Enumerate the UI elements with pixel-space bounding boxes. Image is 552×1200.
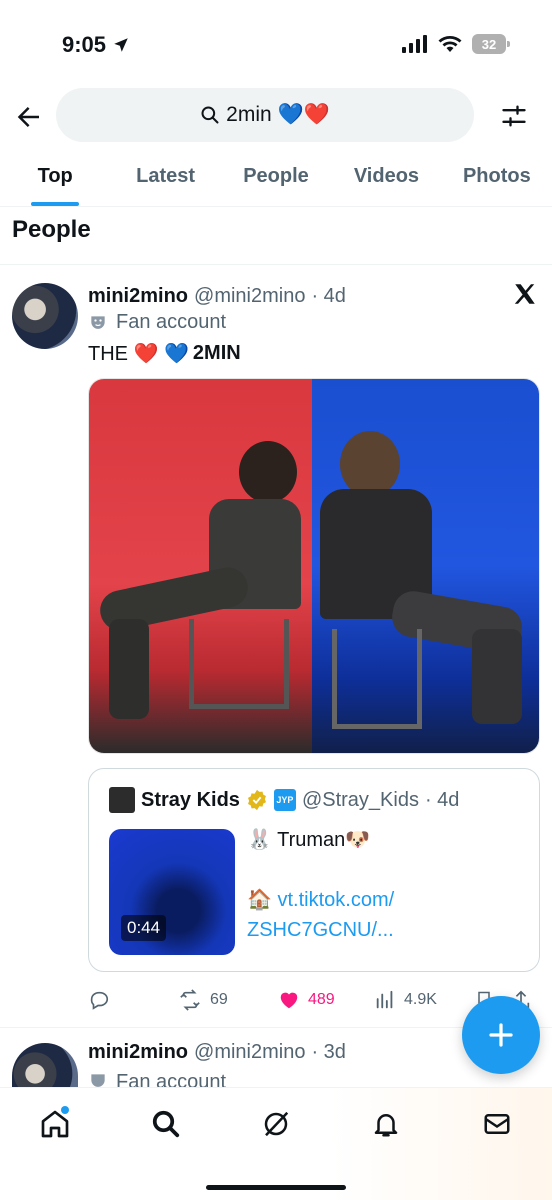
chair <box>189 619 289 709</box>
performer-lower-leg <box>472 629 523 724</box>
tab-photos[interactable]: Photos <box>442 150 552 206</box>
avatar[interactable] <box>12 1043 78 1087</box>
nav-messages[interactable] <box>477 1104 517 1144</box>
heart-icon <box>280 992 298 1009</box>
nav-grok[interactable] <box>256 1104 296 1144</box>
quoted-text-line1: 🐰 Truman🐶 <box>247 829 371 851</box>
quoted-avatar[interactable] <box>109 787 135 813</box>
quoted-video-thumbnail[interactable]: 0:44 <box>109 829 235 955</box>
avatar[interactable] <box>12 283 78 349</box>
envelope-icon <box>484 1114 510 1134</box>
sliders-icon <box>502 105 526 127</box>
home-indicator <box>206 1185 346 1190</box>
affiliate-badge-icon: JYP <box>273 789 296 811</box>
grok-icon <box>264 1111 289 1137</box>
search-header: 2min 💙❤️ <box>0 88 552 144</box>
search-icon <box>152 1110 179 1138</box>
quoted-tweet[interactable]: Stray Kids JYP @Stray_Kids · 4d 0:44 🐰 T… <box>88 768 540 972</box>
media-right-panel <box>312 379 539 753</box>
handle[interactable]: @mini2mino <box>194 285 305 308</box>
plus-icon <box>489 1023 513 1047</box>
quoted-timestamp: · 4d <box>424 788 460 811</box>
tweet-header: mini2mino @mini2mino · 4d <box>88 283 538 309</box>
timestamp: · 4d <box>311 284 346 307</box>
tab-latest[interactable]: Latest <box>110 150 220 206</box>
account-label: Fan account <box>88 1071 226 1087</box>
section-title[interactable]: People <box>12 216 91 244</box>
clock-text: 9:05 <box>62 32 107 57</box>
timestamp: · 3d <box>311 1041 346 1063</box>
chair <box>332 629 423 729</box>
video-duration: 0:44 <box>121 915 167 941</box>
location-arrow-icon <box>114 38 128 52</box>
quoted-tweet-header: Stray Kids JYP @Stray_Kids · 4d <box>109 787 459 813</box>
nav-notifications[interactable] <box>366 1104 406 1144</box>
status-bar: 9:05 32 <box>0 0 552 88</box>
divider <box>0 264 552 265</box>
tab-videos[interactable]: Videos <box>331 150 441 206</box>
reply-button[interactable] <box>88 989 178 1011</box>
like-count: 489 <box>308 991 335 1008</box>
account-label-text: Fan account <box>116 1071 227 1087</box>
retweet-icon <box>180 989 200 1011</box>
reply-icon <box>90 991 109 1010</box>
battery-level: 32 <box>481 36 497 52</box>
bell-icon <box>375 1114 398 1137</box>
bottom-navigation <box>0 1087 552 1200</box>
nav-search[interactable] <box>146 1104 186 1144</box>
performer-head <box>340 431 401 497</box>
retweet-count: 69 <box>210 991 228 1008</box>
search-query: 2min 💙❤️ <box>226 103 330 126</box>
x-logo-icon <box>512 281 538 307</box>
tweet-text: THE ❤️ 💙 2MIN <box>88 341 241 366</box>
performer-lower-leg <box>109 619 149 719</box>
nav-home[interactable] <box>35 1104 75 1144</box>
tiktok-link-cont[interactable]: ZSHC7GCNU/... <box>247 919 394 941</box>
like-button[interactable]: 489 <box>278 989 374 1011</box>
account-label-text: Fan account <box>116 311 227 333</box>
media-left-panel <box>89 379 313 753</box>
back-arrow-icon <box>17 107 39 127</box>
tweet-text-prefix: THE ❤️ 💙 <box>88 343 189 365</box>
status-icons: 32 <box>402 34 510 54</box>
quoted-handle[interactable]: @Stray_Kids <box>302 789 419 812</box>
theater-masks-icon <box>91 1074 105 1087</box>
tab-top[interactable]: Top <box>0 150 110 206</box>
house-emoji: 🏠 <box>247 889 278 911</box>
tweet-text-bold: 2MIN <box>192 342 241 364</box>
performer-head <box>239 441 297 503</box>
wifi-icon <box>438 36 462 52</box>
handle[interactable]: @mini2mino <box>194 1041 305 1064</box>
tiktok-link[interactable]: vt.tiktok.com/ <box>277 889 394 911</box>
back-button[interactable] <box>14 102 44 132</box>
battery-indicator: 32 <box>472 34 510 54</box>
display-name[interactable]: mini2mino <box>88 285 188 308</box>
account-label: Fan account <box>88 311 226 334</box>
view-count: 4.9K <box>404 991 437 1008</box>
quoted-link-line: 🏠 vt.tiktok.com/ <box>247 885 394 915</box>
search-input[interactable]: 2min 💙❤️ <box>56 88 474 142</box>
theater-masks-icon <box>91 315 105 329</box>
signal-icon <box>402 35 427 53</box>
verified-badge-icon <box>247 789 266 811</box>
views-button[interactable]: 4.9K <box>374 989 474 1011</box>
display-name[interactable]: mini2mino <box>88 1041 188 1064</box>
tweet-media-image[interactable] <box>88 378 540 754</box>
search-icon <box>201 106 219 124</box>
search-filter-button[interactable] <box>500 102 528 130</box>
compose-button[interactable] <box>462 996 540 1074</box>
tweet-header: mini2mino @mini2mino · 3d <box>88 1041 346 1064</box>
tab-people[interactable]: People <box>221 150 331 206</box>
quoted-display-name[interactable]: Stray Kids <box>141 789 240 812</box>
analytics-icon <box>376 990 393 1009</box>
retweet-button[interactable]: 69 <box>178 989 278 1011</box>
quoted-tweet-text: 🐰 Truman🐶 🏠 vt.tiktok.com/ ZSHC7GCNU/... <box>247 825 394 945</box>
clock: 9:05 <box>62 32 130 58</box>
search-tabs: Top Latest People Videos Photos <box>0 150 552 207</box>
